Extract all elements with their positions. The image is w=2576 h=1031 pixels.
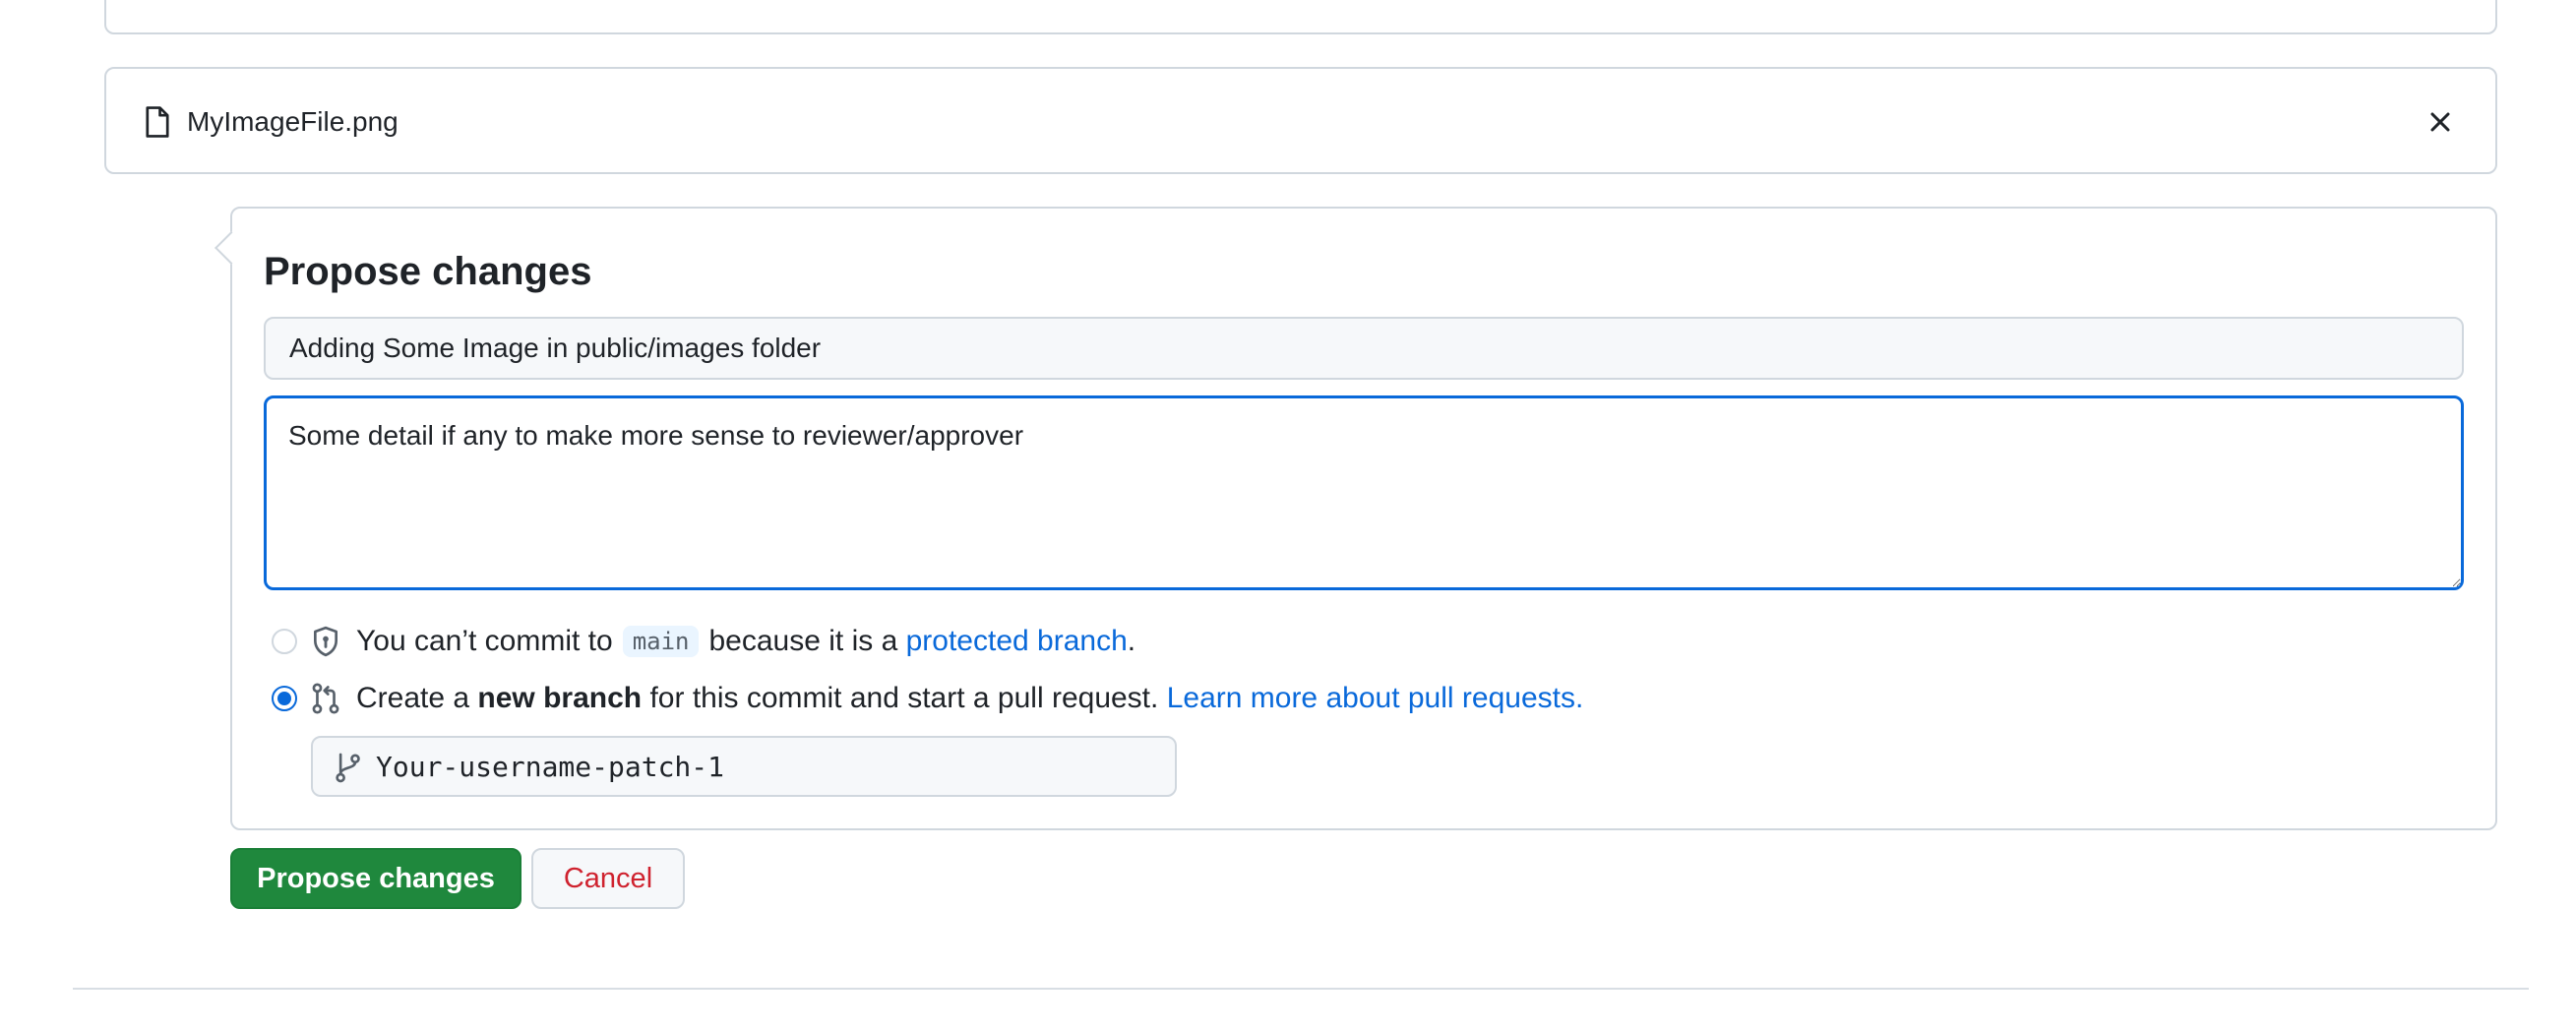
commit-option-text: for this commit and start a pull request… <box>649 682 1159 714</box>
cancel-button[interactable]: Cancel <box>531 848 685 909</box>
propose-changes-button[interactable]: Propose changes <box>230 848 521 909</box>
branch-code: main <box>622 626 700 657</box>
commit-option-new-branch: Create a new branch for this commit and … <box>272 679 1583 718</box>
radio-new-branch[interactable] <box>272 686 297 711</box>
previous-panel <box>104 0 2497 34</box>
x-icon <box>2430 112 2450 132</box>
commit-summary-input[interactable] <box>264 317 2464 380</box>
file-name: MyImageFile.png <box>187 106 399 137</box>
commit-description-textarea[interactable]: Some detail if any to make more sense to… <box>264 395 2464 590</box>
panel-caret <box>215 231 248 265</box>
commit-option-text: Create a <box>356 682 470 714</box>
shield-lock-icon <box>314 626 337 657</box>
radio-commit-direct[interactable] <box>272 629 297 654</box>
git-branch-icon <box>336 753 360 783</box>
learn-more-pull-requests-link[interactable]: Learn more about pull requests. <box>1167 682 1584 715</box>
commit-option-text: . <box>1127 625 1136 657</box>
file-icon <box>146 106 169 138</box>
remove-file-button[interactable] <box>2423 104 2458 140</box>
propose-changes-panel: Propose changes Some detail if any to ma… <box>215 207 2497 830</box>
footer-divider <box>73 988 2529 990</box>
commit-option-direct: You can’t commit to main because it is a… <box>272 622 1135 661</box>
commit-option-bold: new branch <box>477 682 643 714</box>
git-pull-request-icon <box>312 683 339 714</box>
commit-option-text: You can’t commit to <box>356 625 613 657</box>
panel-title: Propose changes <box>264 250 592 293</box>
branch-name-input[interactable] <box>374 738 1161 795</box>
protected-branch-link[interactable]: protected branch <box>906 625 1128 658</box>
commit-option-text: because it is a <box>708 625 898 657</box>
file-card: MyImageFile.png <box>104 67 2497 174</box>
branch-name-field <box>311 736 1177 797</box>
